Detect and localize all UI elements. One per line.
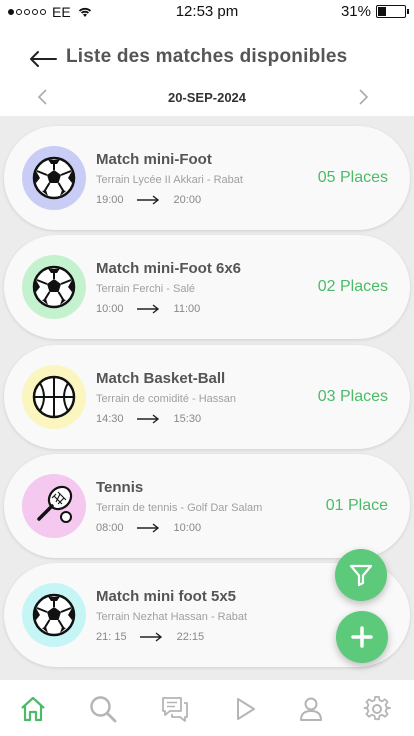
arrow-right-icon xyxy=(139,632,162,642)
arrow-right-icon xyxy=(136,414,159,424)
start-time: 10:00 xyxy=(96,303,124,315)
match-times: 10:00 11:00 xyxy=(96,303,200,315)
tennis-icon xyxy=(22,474,86,538)
header: Liste des matches disponibles xyxy=(0,40,414,76)
places-count: 03 Places xyxy=(317,388,388,405)
start-time: 14:30 xyxy=(96,413,124,425)
tab-home[interactable] xyxy=(18,694,48,724)
chevron-right-icon[interactable] xyxy=(356,88,370,106)
match-times: 19:00 20:00 xyxy=(96,194,201,206)
end-time: 20:00 xyxy=(173,194,202,206)
match-times: 21: 15 22:15 xyxy=(96,631,204,643)
match-times: 14:30 15:30 xyxy=(96,413,201,425)
soccer-ball-icon xyxy=(22,583,86,647)
date-navigator: 20-SEP-2024 xyxy=(0,84,414,112)
home-icon xyxy=(21,696,45,722)
plus-icon xyxy=(351,626,373,648)
match-venue: Terrain de comidité - Hassan xyxy=(96,393,237,405)
places-count: 05 Places xyxy=(317,169,388,186)
places-count: 02 Places xyxy=(317,278,388,295)
tab-profile[interactable] xyxy=(296,694,326,724)
match-times: 08:00 10:00 xyxy=(96,522,201,534)
end-time: 11:00 xyxy=(173,303,201,315)
battery-percent: 31% xyxy=(340,3,371,20)
soccer-ball-icon xyxy=(22,146,86,210)
arrow-right-icon xyxy=(136,523,159,533)
tab-messages[interactable] xyxy=(160,694,190,724)
match-title: Match mini foot 5x5 xyxy=(96,588,237,605)
match-venue: Terrain Nezhat Hassan - Rabat xyxy=(96,611,248,623)
match-title: Tennis xyxy=(96,479,144,496)
end-time: 15:30 xyxy=(173,413,202,425)
status-bar: EE 12:53 pm 31% xyxy=(0,0,414,22)
page-title: Liste des matches disponibles xyxy=(66,46,348,67)
match-card[interactable]: Tennis Terrain de tennis - Golf Dar Sala… xyxy=(4,454,410,558)
search-icon xyxy=(90,696,117,723)
end-time: 22:15 xyxy=(176,631,205,643)
match-title: Match Basket-Ball xyxy=(96,370,226,387)
battery-icon xyxy=(376,5,409,18)
places-count: 01 Place xyxy=(325,497,388,514)
filter-button[interactable] xyxy=(335,549,387,601)
gear-icon xyxy=(363,695,391,721)
end-time: 10:00 xyxy=(173,522,202,534)
match-card[interactable]: Match mini-Foot 6x6 Terrain Ferchi - Sal… xyxy=(4,235,410,339)
bottom-tab-bar xyxy=(0,680,414,736)
match-title: Match mini-Foot xyxy=(96,151,212,168)
start-time: 19:00 xyxy=(96,194,124,206)
arrow-right-icon xyxy=(136,304,159,314)
match-card[interactable]: Match mini-Foot Terrain Lycée II Akkari … xyxy=(4,126,410,230)
tab-settings[interactable] xyxy=(362,694,392,724)
start-time: 08:00 xyxy=(96,522,124,534)
match-venue: Terrain Ferchi - Salé xyxy=(96,283,196,295)
match-title: Match mini-Foot 6x6 xyxy=(96,260,242,277)
selected-date: 20-SEP-2024 xyxy=(167,90,247,105)
tab-play[interactable] xyxy=(230,694,260,724)
add-match-button[interactable] xyxy=(336,611,388,663)
match-venue: Terrain de tennis - Golf Dar Salam xyxy=(96,502,263,514)
play-icon xyxy=(237,698,255,720)
arrow-right-icon xyxy=(136,195,159,205)
match-venue: Terrain Lycée II Akkari - Rabat xyxy=(96,174,243,186)
user-icon xyxy=(300,697,322,721)
tab-search[interactable] xyxy=(88,694,118,724)
match-card[interactable]: Match Basket-Ball Terrain de comidité - … xyxy=(4,345,410,449)
arrow-left-icon[interactable] xyxy=(28,48,58,70)
basketball-icon xyxy=(22,365,86,429)
soccer-ball-icon xyxy=(22,255,86,319)
start-time: 21: 15 xyxy=(96,631,127,643)
chat-icon xyxy=(162,697,188,722)
filter-icon xyxy=(349,564,373,587)
